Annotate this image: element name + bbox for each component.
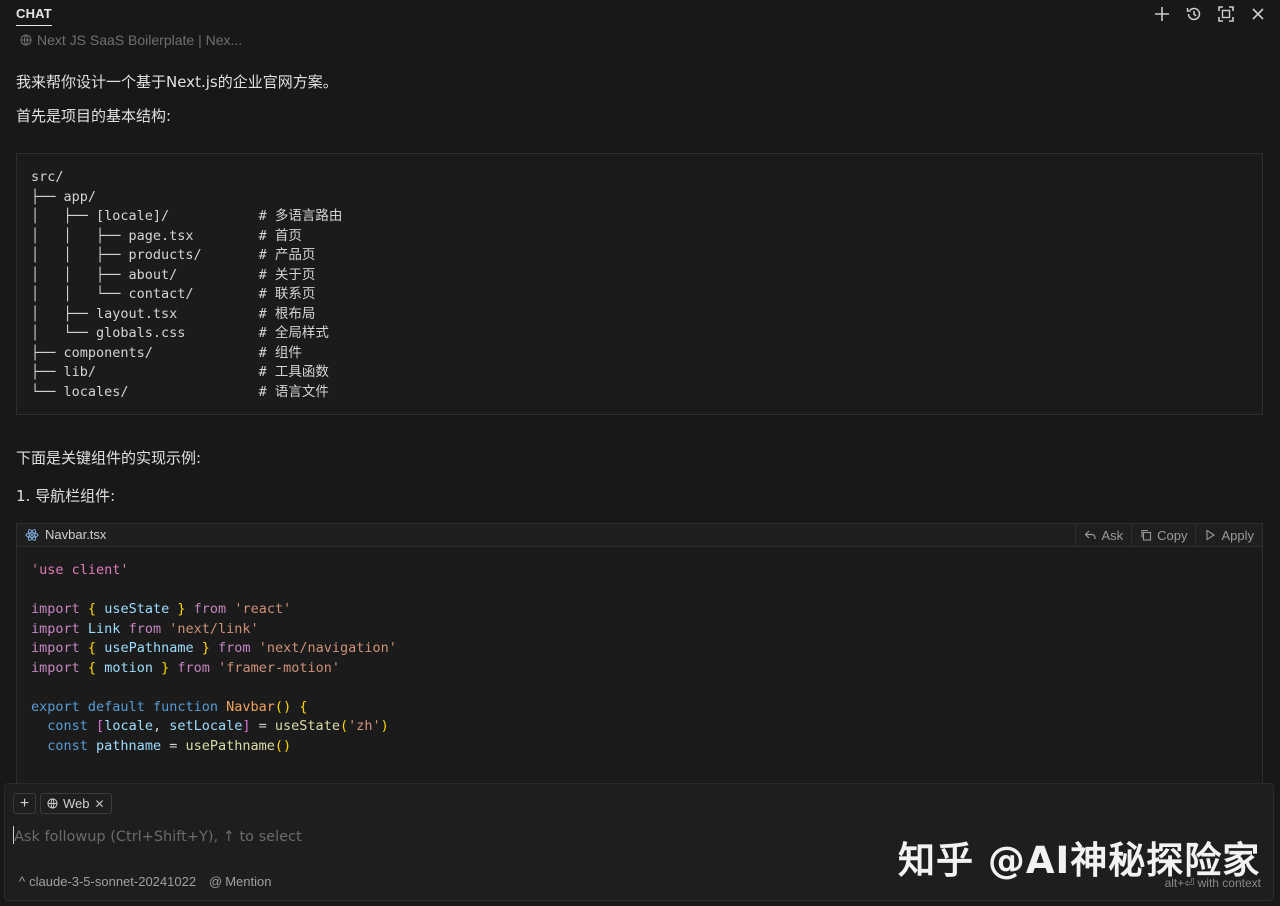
remove-chip-icon[interactable]: ✕ [95, 797, 105, 811]
apply-label: Apply [1221, 527, 1254, 543]
code-line: 'use client' [31, 562, 129, 578]
code-filename[interactable]: Navbar.tsx [25, 527, 106, 542]
file-tree-row: src/ [31, 169, 64, 185]
file-tree-comment: # 首页 [258, 227, 302, 244]
file-tree-path: src/ [31, 169, 64, 185]
file-tree-row: ├── app/ [31, 189, 96, 205]
watermark: 知乎 @AI神秘探险家 [898, 839, 1261, 882]
file-tree-comment: # 根布局 [258, 305, 316, 322]
maximize-icon [1218, 6, 1234, 22]
file-tree-path: │ ├── layout.tsx [31, 305, 178, 322]
close-icon [1252, 8, 1264, 20]
navbar-heading: 1. 导航栏组件: [16, 487, 116, 505]
ask-label: Ask [1101, 527, 1124, 543]
file-tree-comment: # 全局样式 [258, 325, 329, 341]
file-tree-path: │ │ └── contact/ [31, 286, 194, 302]
code-line: const pathname = usePathname() [47, 737, 292, 754]
maximize-button[interactable] [1214, 3, 1238, 25]
code-line: import { usePathname } from 'next/naviga… [31, 640, 397, 656]
active-tab-indicator [16, 25, 52, 26]
file-tree-row: │ │ ├── products/ # 产品页 [31, 247, 315, 263]
react-icon [25, 528, 39, 541]
file-tree-row: │ │ ├── about/ # 关于页 [31, 267, 315, 283]
code-line: const [locale, setLocale] = useState('zh… [47, 718, 389, 734]
file-tree-path: │ │ ├── products/ [31, 247, 202, 263]
file-tree-path: └── locales/ [31, 383, 129, 400]
ask-button[interactable]: Ask [1075, 524, 1131, 546]
mention-button[interactable]: @ Mention [209, 874, 271, 889]
copy-label: Copy [1157, 527, 1188, 543]
web-chip-label: Web [63, 796, 90, 811]
plus-icon [1155, 7, 1169, 21]
file-tree-row: ├── components/ # 组件 [31, 345, 302, 361]
add-context-button[interactable]: + [13, 793, 36, 814]
copy-button[interactable]: Copy [1131, 524, 1195, 546]
file-tree-comment: # 产品页 [258, 247, 316, 263]
web-context-chip[interactable]: Web ✕ [40, 793, 112, 814]
file-tree-row: │ └── globals.css # 全局样式 [31, 325, 329, 341]
structure-heading: 首先是项目的基本结构: [16, 107, 172, 125]
mention-label: Mention [225, 874, 272, 889]
intro-message: 我来帮你设计一个基于Next.js的企业官网方案。 [16, 73, 338, 91]
history-icon [1186, 7, 1201, 21]
file-tree-path: │ │ ├── about/ [31, 266, 178, 283]
components-heading: 下面是关键组件的实现示例: [16, 449, 202, 467]
file-tree-path: ├── app/ [31, 188, 97, 205]
globe-icon [47, 798, 58, 809]
code-line: import { motion } from 'framer-motion' [31, 659, 340, 676]
file-tree-row: ├── lib/ # 工具函数 [31, 364, 329, 380]
file-tree-block: src/ ├── app/ │ ├── [locale]/ # 多语言路由 │ … [16, 153, 1263, 415]
file-tree-path: │ └── globals.css [31, 325, 186, 341]
chat-header: CHAT [0, 0, 1280, 28]
play-icon [1206, 529, 1216, 541]
code-line: import Link from 'next/link' [31, 620, 259, 637]
file-tree-comment: # 多语言路由 [258, 208, 343, 224]
new-chat-button[interactable] [1150, 3, 1174, 25]
file-tree-row: └── locales/ # 语言文件 [31, 384, 329, 400]
copy-icon [1141, 529, 1152, 541]
header-actions [1150, 3, 1270, 25]
file-tree-path: ├── components/ [31, 344, 153, 361]
code-block: Navbar.tsx Ask Copy Apply 'use client' i… [16, 523, 1263, 793]
code-block-header: Navbar.tsx Ask Copy Apply [17, 524, 1262, 547]
model-label: claude-3-5-sonnet-20241022 [29, 874, 197, 889]
model-selector[interactable]: ^ claude-3-5-sonnet-20241022 [19, 874, 196, 889]
chevron-up-icon: ^ [19, 874, 26, 889]
file-tree-row: │ ├── [locale]/ # 多语言路由 [31, 208, 342, 224]
code-line: import { useState } from 'react' [31, 601, 292, 617]
file-tree-comment: # 工具函数 [258, 364, 329, 380]
apply-button[interactable]: Apply [1195, 524, 1262, 546]
file-tree-comment: # 语言文件 [258, 383, 329, 400]
file-tree-comment: # 联系页 [258, 286, 316, 302]
file-tree: src/ ├── app/ │ ├── [locale]/ # 多语言路由 │ … [31, 168, 342, 402]
text-caret [13, 826, 14, 844]
file-tree-row: │ │ └── contact/ # 联系页 [31, 286, 315, 302]
history-button[interactable] [1182, 3, 1206, 25]
file-tree-comment: # 关于页 [258, 266, 316, 283]
code-filename-label: Navbar.tsx [45, 527, 107, 542]
file-tree-row: │ │ ├── page.tsx # 首页 [31, 228, 302, 244]
code-line: export default function Navbar() { [31, 698, 308, 715]
file-tree-row: │ ├── layout.tsx # 根布局 [31, 306, 315, 322]
context-reference[interactable]: Next JS SaaS Boilerplate | Nex... [20, 31, 242, 49]
globe-icon [20, 34, 32, 46]
code-actions: Ask Copy Apply [1075, 524, 1262, 546]
chat-tab-title[interactable]: CHAT [16, 6, 52, 21]
followup-input[interactable] [12, 824, 876, 850]
file-tree-path: ├── lib/ [31, 364, 97, 380]
code-content: 'use client' import { useState } from 'r… [31, 561, 397, 756]
at-icon: @ [209, 874, 223, 889]
file-tree-comment: # 组件 [258, 344, 302, 361]
context-label: Next JS SaaS Boilerplate | Nex... [37, 32, 243, 48]
file-tree-path: │ ├── [locale]/ [31, 208, 170, 224]
close-button[interactable] [1246, 3, 1270, 25]
file-tree-path: │ │ ├── page.tsx [31, 227, 194, 244]
reply-icon [1085, 530, 1097, 539]
